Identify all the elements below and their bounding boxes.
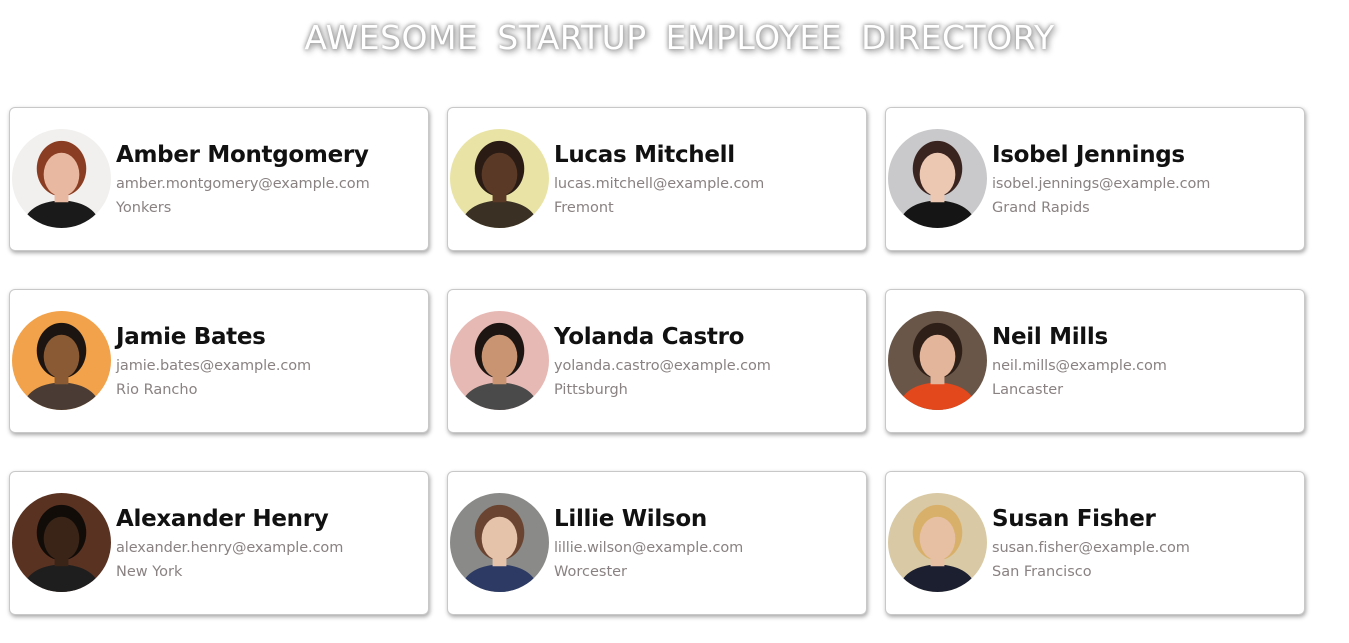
- employee-email: lucas.mitchell@example.com: [554, 176, 765, 192]
- employee-info: Yolanda Castro yolanda.castro@example.co…: [554, 322, 771, 400]
- avatar-face: [919, 516, 956, 561]
- employee-avatar: [888, 311, 987, 410]
- employee-avatar: [450, 493, 549, 592]
- employee-avatar: [12, 311, 111, 410]
- avatar-face: [43, 152, 80, 197]
- employee-name: Lillie Wilson: [554, 506, 707, 532]
- employee-card[interactable]: Neil Mills neil.mills@example.com Lancas…: [885, 289, 1305, 433]
- avatar-portrait: [450, 311, 549, 410]
- employee-city: New York: [116, 564, 183, 580]
- employee-avatar: [888, 493, 987, 592]
- page-title: AWESOME STARTUP EMPLOYEE DIRECTORY: [304, 18, 1055, 57]
- employee-avatar: [12, 493, 111, 592]
- avatar-face: [481, 516, 518, 561]
- employee-card[interactable]: Isobel Jennings isobel.jennings@example.…: [885, 107, 1305, 251]
- employee-card[interactable]: Yolanda Castro yolanda.castro@example.co…: [447, 289, 867, 433]
- employee-name: Amber Montgomery: [116, 142, 369, 168]
- employee-city: San Francisco: [992, 564, 1092, 580]
- avatar-face: [919, 334, 956, 379]
- employee-avatar: [888, 129, 987, 228]
- employee-email: neil.mills@example.com: [992, 358, 1167, 374]
- avatar-face: [919, 152, 956, 197]
- employee-name: Jamie Bates: [116, 324, 266, 350]
- employee-name: Yolanda Castro: [554, 324, 745, 350]
- employee-card[interactable]: Susan Fisher susan.fisher@example.com Sa…: [885, 471, 1305, 615]
- employee-info: Alexander Henry alexander.henry@example.…: [116, 504, 343, 582]
- employee-card[interactable]: Alexander Henry alexander.henry@example.…: [9, 471, 429, 615]
- employee-card[interactable]: Lucas Mitchell lucas.mitchell@example.co…: [447, 107, 867, 251]
- employee-info: Susan Fisher susan.fisher@example.com Sa…: [992, 504, 1190, 582]
- employee-info: Lucas Mitchell lucas.mitchell@example.co…: [554, 140, 764, 218]
- avatar-face: [481, 152, 518, 197]
- employee-name: Neil Mills: [992, 324, 1108, 350]
- employee-email: yolanda.castro@example.com: [554, 358, 771, 374]
- employee-city: Pittsburgh: [554, 382, 628, 398]
- avatar-portrait: [12, 493, 111, 592]
- employee-email: susan.fisher@example.com: [992, 540, 1190, 556]
- avatar-portrait: [450, 493, 549, 592]
- avatar-portrait: [888, 311, 987, 410]
- employee-grid: Amber Montgomery amber.montgomery@exampl…: [9, 107, 1305, 615]
- employee-email: isobel.jennings@example.com: [992, 176, 1211, 192]
- avatar-face: [43, 516, 80, 561]
- employee-card[interactable]: Amber Montgomery amber.montgomery@exampl…: [9, 107, 429, 251]
- employee-city: Grand Rapids: [992, 200, 1090, 216]
- avatar-portrait: [888, 129, 987, 228]
- employee-info: Neil Mills neil.mills@example.com Lancas…: [992, 322, 1167, 400]
- employee-email: lillie.wilson@example.com: [554, 540, 744, 556]
- employee-city: Yonkers: [116, 200, 172, 216]
- employee-name: Lucas Mitchell: [554, 142, 735, 168]
- employee-card[interactable]: Jamie Bates jamie.bates@example.com Rio …: [9, 289, 429, 433]
- employee-city: Lancaster: [992, 382, 1064, 398]
- employee-city: Rio Rancho: [116, 382, 198, 398]
- employee-info: Amber Montgomery amber.montgomery@exampl…: [116, 140, 370, 218]
- employee-city: Worcester: [554, 564, 628, 580]
- employee-avatar: [12, 129, 111, 228]
- employee-avatar: [450, 129, 549, 228]
- employee-name: Alexander Henry: [116, 506, 329, 532]
- avatar-portrait: [12, 129, 111, 228]
- avatar-face: [43, 334, 80, 379]
- avatar-face: [481, 334, 518, 379]
- employee-email: jamie.bates@example.com: [116, 358, 312, 374]
- employee-name: Susan Fisher: [992, 506, 1156, 532]
- employee-info: Lillie Wilson lillie.wilson@example.com …: [554, 504, 743, 582]
- employee-card[interactable]: Lillie Wilson lillie.wilson@example.com …: [447, 471, 867, 615]
- employee-email: alexander.henry@example.com: [116, 540, 344, 556]
- avatar-portrait: [12, 311, 111, 410]
- employee-info: Isobel Jennings isobel.jennings@example.…: [992, 140, 1210, 218]
- employee-email: amber.montgomery@example.com: [116, 176, 370, 192]
- avatar-portrait: [888, 493, 987, 592]
- avatar-portrait: [450, 129, 549, 228]
- employee-city: Fremont: [554, 200, 614, 216]
- employee-name: Isobel Jennings: [992, 142, 1185, 168]
- employee-info: Jamie Bates jamie.bates@example.com Rio …: [116, 322, 311, 400]
- employee-avatar: [450, 311, 549, 410]
